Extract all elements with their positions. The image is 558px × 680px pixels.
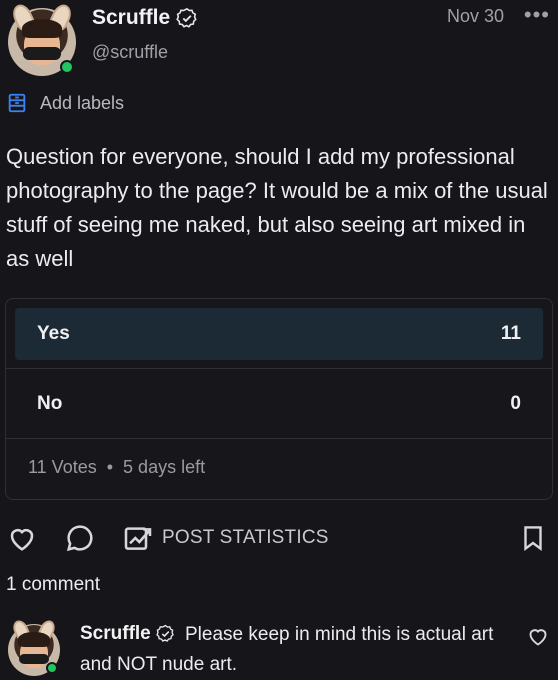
author-handle[interactable]: @scruffle xyxy=(92,42,168,63)
poll-separator: • xyxy=(106,457,114,477)
post-actions: POST STATISTICS xyxy=(0,520,558,556)
online-status-dot xyxy=(60,60,74,74)
verified-icon xyxy=(156,625,174,643)
post-statistics-button[interactable]: POST STATISTICS xyxy=(162,527,329,549)
add-labels-button[interactable]: Add labels xyxy=(6,92,124,114)
post-body: Question for everyone, should I add my p… xyxy=(6,144,548,271)
bookmark-icon[interactable] xyxy=(518,522,548,554)
avatar-mask xyxy=(19,654,49,664)
poll: Yes 11 No 0 11 Votes • 5 days left xyxy=(5,298,553,500)
comment-like-heart-icon[interactable] xyxy=(526,624,550,648)
label-icon xyxy=(8,93,26,113)
poll-option-count: 11 xyxy=(500,323,521,344)
like-heart-icon[interactable] xyxy=(6,522,38,554)
more-options-button[interactable]: ••• xyxy=(524,4,550,26)
online-status-dot xyxy=(46,662,58,674)
author-name[interactable]: Scruffle xyxy=(92,6,198,30)
poll-votes: 11 Votes xyxy=(28,457,97,477)
post-date: Nov 30 xyxy=(446,6,504,26)
poll-option-yes[interactable]: Yes 11 xyxy=(15,308,543,360)
avatar-hair xyxy=(18,632,50,647)
comment-author-name[interactable]: Scruffle xyxy=(80,623,175,645)
author-avatar[interactable] xyxy=(8,1,76,76)
poll-divider xyxy=(6,368,552,369)
comment-bubble-icon[interactable] xyxy=(64,522,96,554)
statistics-icon[interactable] xyxy=(122,522,154,554)
poll-footer: 11 Votes • 5 days left xyxy=(28,457,205,478)
author-name-text[interactable]: Scruffle xyxy=(92,6,170,29)
avatar-hair xyxy=(21,18,63,38)
poll-divider xyxy=(6,438,552,439)
comment-count[interactable]: 1 comment xyxy=(6,574,100,596)
add-labels-text: Add labels xyxy=(40,92,125,113)
poll-option-no[interactable]: No 0 xyxy=(15,378,543,430)
poll-option-label: No xyxy=(37,393,63,414)
comment-author-avatar[interactable] xyxy=(8,617,60,676)
poll-option-label: Yes xyxy=(37,323,70,344)
comment-author-name-text[interactable]: Scruffle xyxy=(80,623,151,644)
verified-icon xyxy=(176,8,197,29)
poll-time-left: 5 days left xyxy=(123,457,206,477)
avatar-mask xyxy=(22,47,62,60)
poll-option-count: 0 xyxy=(510,393,521,414)
